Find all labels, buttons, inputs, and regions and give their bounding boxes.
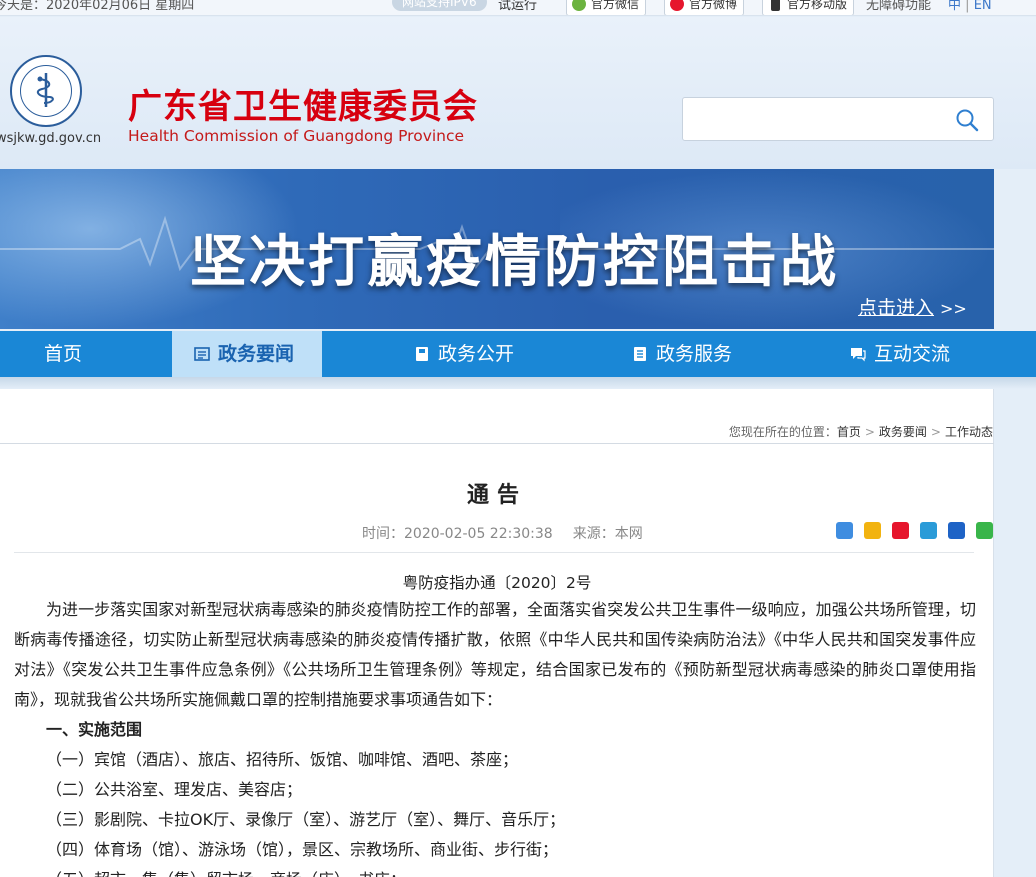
book-icon — [416, 347, 428, 361]
section-heading: 一、实施范围 — [46, 720, 143, 739]
qzone-icon[interactable] — [836, 522, 853, 539]
list-item: （二）公共浴室、理发店、美容店； — [46, 780, 303, 799]
article-paragraph: 为进一步落实国家对新型冠状病毒感染的肺炎疫情防控工作的部署，全面落实省突发公共卫… — [14, 600, 976, 709]
weibo-icon — [670, 0, 684, 11]
top-bar: 今天是：2020年02月06日 星期四 网站支持IPV6 试运行 官方微信 官方… — [0, 0, 1036, 16]
wechat-button[interactable]: 官方微信 — [566, 0, 647, 15]
site-header: wsjkw.gd.gov.cn 广东省卫生健康委员会 Health Commis… — [0, 17, 1036, 169]
nav-item-news[interactable]: 政务要闻 — [172, 331, 322, 377]
double-chevron-right-icon: >> — [940, 299, 967, 318]
nav-item-open-government[interactable]: 政务公开 — [414, 331, 514, 377]
epidemic-banner[interactable]: 坚决打赢疫情防控阻击战 点击进入 >> — [0, 169, 994, 329]
breadcrumb: 您现在所在的位置：首页 > 政务要闻 > 工作动态 — [728, 425, 993, 439]
tencent-weibo-icon[interactable] — [920, 522, 938, 539]
document-number: 粤防疫指办通〔2020〕2号 — [402, 574, 592, 592]
domain-url: wsjkw.gd.gov.cn — [0, 131, 102, 146]
article-panel: 您现在所在的位置：首页 > 政务要闻 > 工作动态 通告 时间：2020-02-05 2… — [0, 389, 994, 877]
breadcrumb-work-link[interactable]: 工作动态 — [945, 425, 993, 439]
chat-icon — [851, 348, 866, 362]
news-icon — [194, 347, 210, 361]
renren-icon[interactable] — [948, 522, 966, 539]
weibo-button[interactable]: 官方微博 — [664, 0, 745, 15]
ipv6-badge: 网站支持IPV6 — [392, 0, 487, 11]
list-item: （三）影剧院、卡拉OK厅、录像厅（室）、游艺厅（室）、舞厅、音乐厅； — [46, 810, 566, 829]
language-switch: 中 | EN — [948, 0, 992, 13]
article-source: 来源：本网 — [572, 526, 643, 542]
mobile-button[interactable]: 官方移动版 — [762, 0, 855, 15]
banner-title: 坚决打赢疫情防控阻击战 — [190, 230, 839, 295]
divider — [0, 443, 994, 444]
current-date: 今天是：2020年02月06日 星期四 — [0, 0, 195, 13]
share-bar — [836, 522, 999, 540]
site-title[interactable]: 广东省卫生健康委员会 — [128, 79, 478, 128]
lang-zh-link[interactable]: 中 — [948, 0, 961, 13]
article-body: 为进一步落实国家对新型冠状病毒感染的肺炎疫情防控工作的部署，全面落实省突发公共卫… — [14, 595, 976, 877]
document-icon — [634, 347, 646, 361]
article-title: 通告 — [466, 483, 527, 508]
breadcrumb-home-link[interactable]: 首页 — [837, 425, 861, 439]
site-logo[interactable] — [10, 55, 82, 127]
trial-label: 试运行 — [498, 0, 538, 13]
article-meta: 时间：2020-02-05 22:30:38 来源：本网 — [362, 523, 643, 543]
lang-en-link[interactable]: EN — [974, 0, 992, 13]
list-item: （四）体育场（馆）、游泳场（馆），景区、宗教场所、商业街、步行街； — [46, 840, 559, 859]
nav-item-services[interactable]: 政务服务 — [632, 331, 732, 377]
search-icon[interactable] — [955, 108, 979, 132]
divider — [14, 552, 974, 553]
search-box — [682, 97, 994, 141]
list-item: （五）超市、集（集）贸市场、商场（店）、书店； — [14, 865, 976, 877]
wechat-icon — [572, 0, 586, 11]
mobile-icon — [771, 0, 780, 11]
nav-item-home[interactable]: 首页 — [44, 331, 82, 377]
publish-time: 时间：2020-02-05 22:30:38 — [362, 526, 553, 542]
breadcrumb-news-link[interactable]: 政务要闻 — [879, 425, 927, 439]
accessibility-link[interactable]: 无障碍功能 — [866, 0, 931, 13]
search-input[interactable] — [691, 106, 941, 132]
site-subtitle: Health Commission of Guangdong Province — [128, 127, 465, 145]
qq-icon[interactable] — [864, 522, 882, 539]
list-item: （一）宾馆（酒店）、旅店、招待所、饭馆、咖啡馆、酒吧、茶座； — [46, 750, 519, 769]
wechat-icon[interactable] — [976, 522, 994, 539]
main-nav: 首页 政务要闻 政务公开 政务服务 互动交流 — [0, 331, 1036, 377]
staff-snake-icon — [36, 73, 54, 107]
nav-item-interaction[interactable]: 互动交流 — [850, 331, 950, 377]
banner-enter-link[interactable]: 点击进入 >> — [858, 293, 967, 320]
weibo-icon[interactable] — [892, 522, 910, 539]
